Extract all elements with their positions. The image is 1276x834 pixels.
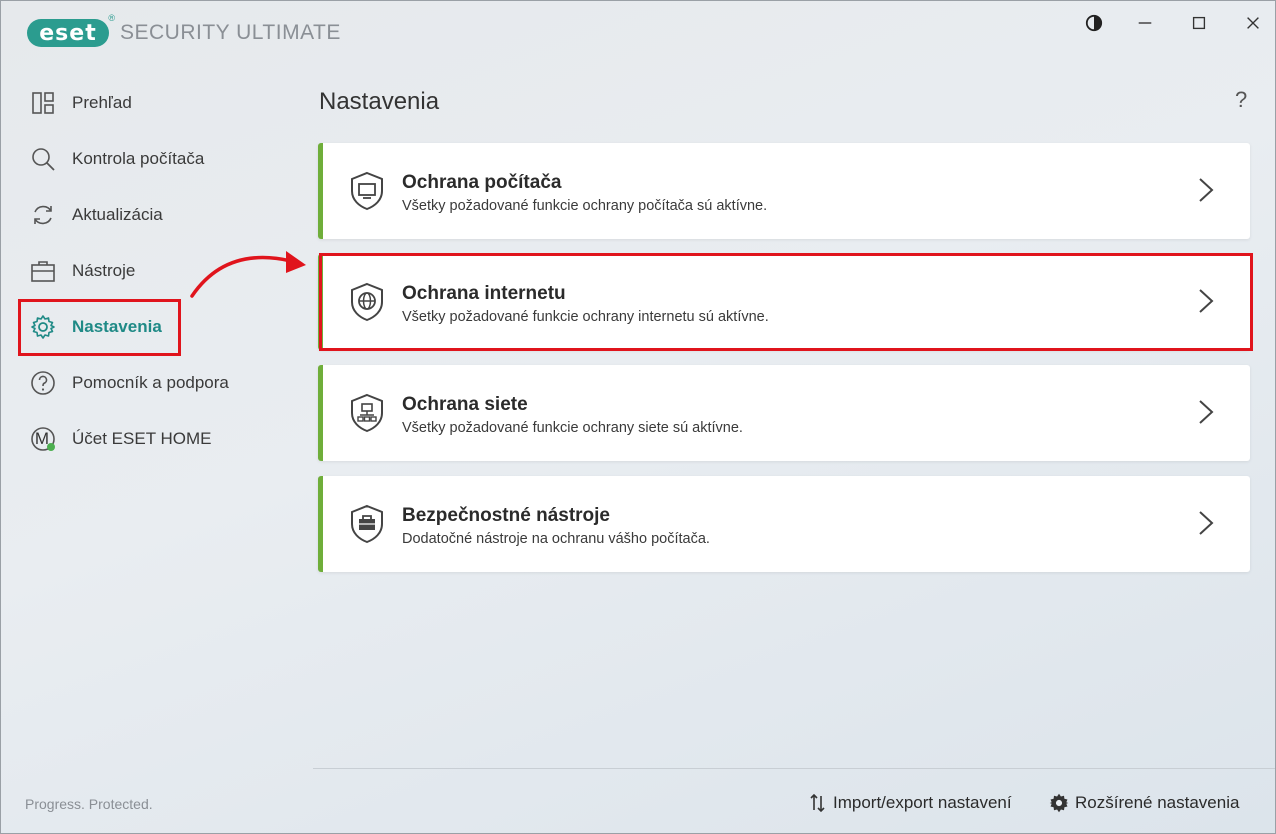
dashboard-icon	[29, 89, 57, 117]
sidebar-item-label: Účet ESET HOME	[72, 429, 212, 448]
contrast-icon[interactable]	[1082, 11, 1106, 35]
title-bar: eset ® SECURITY ULTIMATE	[1, 1, 1275, 65]
card-computer-protection[interactable]: Ochrana počítača Všetky požadované funkc…	[318, 143, 1250, 239]
shield-network-icon	[351, 393, 383, 433]
advanced-settings-button[interactable]: Rozšírené nastavenia	[1049, 793, 1239, 813]
logo-registered-mark: ®	[108, 13, 115, 23]
help-circle-icon	[29, 369, 57, 397]
logo-text: eset	[39, 20, 97, 46]
card-security-tools[interactable]: Bezpečnostné nástroje Dodatočné nástroje…	[318, 476, 1250, 572]
sidebar-item-label: Pomocník a podpora	[72, 373, 229, 392]
card-description: Všetky požadované funkcie ochrany siete …	[402, 420, 743, 436]
card-network-protection[interactable]: Ochrana siete Všetky požadované funkcie …	[318, 365, 1250, 461]
card-description: Všetky požadované funkcie ochrany počíta…	[402, 198, 768, 214]
card-title: Ochrana siete	[402, 394, 528, 415]
maximize-icon[interactable]	[1187, 11, 1211, 35]
search-icon	[29, 145, 57, 173]
sidebar-item-label: Kontrola počítača	[72, 149, 205, 168]
eset-logo: eset ®	[27, 13, 115, 47]
shield-globe-icon	[351, 282, 383, 322]
shield-monitor-icon	[351, 171, 383, 211]
import-export-button[interactable]: Import/export nastavení	[809, 793, 1012, 813]
gear-icon	[1049, 793, 1069, 813]
chevron-right-icon	[1199, 511, 1214, 535]
card-internet-protection[interactable]: Ochrana internetu Všetky požadované funk…	[318, 254, 1250, 350]
sidebar-item-label: Aktualizácia	[72, 205, 163, 224]
briefcase-icon	[29, 257, 57, 285]
product-name: SECURITY ULTIMATE	[120, 21, 341, 44]
minimize-icon[interactable]	[1133, 11, 1157, 35]
chevron-right-icon	[1199, 178, 1214, 202]
sidebar-item-computer-scan[interactable]: Kontrola počítača	[29, 139, 279, 179]
card-title: Bezpečnostné nástroje	[402, 505, 610, 526]
chevron-right-icon	[1199, 400, 1214, 424]
bottom-divider	[313, 768, 1275, 769]
import-export-icon	[810, 793, 825, 813]
card-description: Dodatočné nástroje na ochranu vášho počí…	[402, 531, 710, 547]
sidebar-item-overview[interactable]: Prehľad	[29, 83, 279, 123]
account-avatar-icon: M	[29, 425, 57, 453]
card-title: Ochrana internetu	[402, 283, 566, 304]
shield-toolbox-icon	[351, 504, 383, 544]
sidebar-item-eset-home-account[interactable]: M Účet ESET HOME	[29, 419, 279, 459]
card-title: Ochrana počítača	[402, 172, 562, 193]
import-export-label: Import/export nastavení	[833, 793, 1012, 812]
sidebar-item-label: Prehľad	[72, 93, 132, 112]
sidebar-item-label: Nástroje	[72, 261, 136, 280]
close-icon[interactable]	[1241, 11, 1265, 35]
help-icon[interactable]: ?	[1235, 87, 1247, 113]
sidebar-item-update[interactable]: Aktualizácia	[29, 195, 279, 235]
refresh-icon	[29, 201, 57, 229]
app-window: eset ® SECURITY ULTIMATE Prehľad Kontrol…	[0, 0, 1276, 834]
card-description: Všetky požadované funkcie ochrany intern…	[402, 309, 769, 325]
avatar-letter: M	[34, 428, 50, 448]
advanced-settings-label: Rozšírené nastavenia	[1075, 793, 1240, 812]
sidebar-item-tools[interactable]: Nástroje	[29, 251, 279, 291]
page-title: Nastavenia	[319, 88, 440, 115]
sidebar-item-help-support[interactable]: Pomocník a podpora	[29, 363, 279, 403]
annotation-highlight-settings	[18, 299, 181, 356]
tagline: Progress. Protected.	[25, 796, 153, 812]
chevron-right-icon	[1199, 289, 1214, 313]
